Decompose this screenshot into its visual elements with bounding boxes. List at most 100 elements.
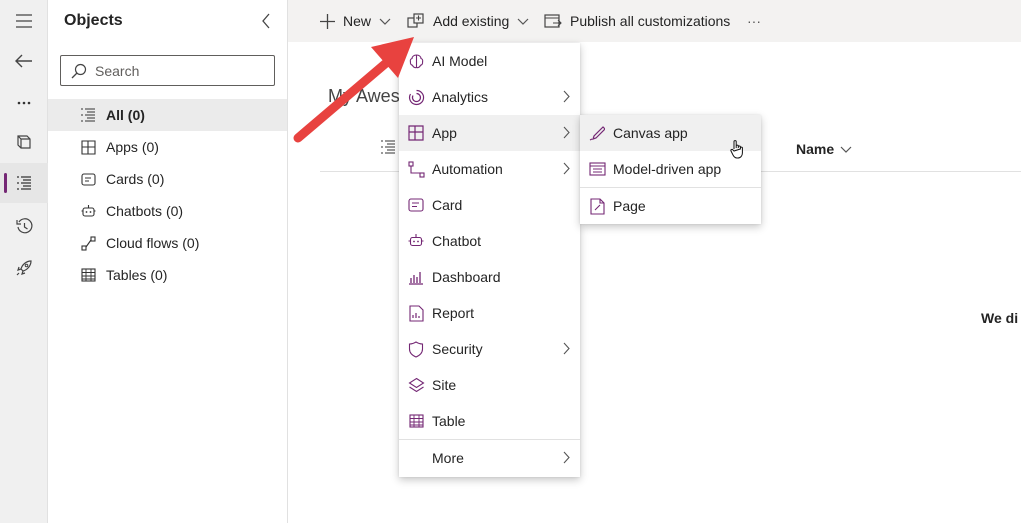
nav-item-cards[interactable]: Cards (0)	[48, 163, 287, 195]
menu-item-label: Automation	[432, 161, 503, 177]
submenu-item-label: Canvas app	[613, 125, 688, 141]
list-icon	[380, 140, 396, 157]
menu-item-report[interactable]: Report	[399, 295, 580, 331]
nav-item-apps[interactable]: Apps (0)	[48, 131, 287, 163]
rocket-icon[interactable]	[0, 248, 48, 288]
back-arrow-icon[interactable]	[0, 41, 48, 81]
add-existing-icon	[407, 13, 425, 29]
nav-item-tables[interactable]: Tables (0)	[48, 259, 287, 291]
history-icon[interactable]	[0, 206, 48, 246]
nav-item-all[interactable]: All (0)	[48, 99, 287, 131]
chevron-right-icon	[563, 342, 570, 355]
nav-item-label: All	[106, 107, 124, 123]
chevron-left-icon	[262, 13, 270, 29]
apps-icon	[80, 139, 96, 155]
menu-item-label: Report	[432, 305, 475, 321]
menu-item-label: More	[432, 450, 464, 466]
chevron-down-icon	[840, 146, 852, 153]
dashboard-icon	[407, 268, 425, 286]
nav-item-count: (0)	[127, 107, 145, 123]
menu-item-label: Site	[432, 377, 457, 393]
chevron-right-icon	[563, 126, 570, 139]
add-existing-button[interactable]: Add existing	[407, 0, 529, 42]
card-icon	[407, 196, 425, 214]
left-rail	[0, 0, 48, 523]
table-icon	[80, 267, 96, 283]
list-icon	[80, 107, 96, 123]
submenu-item-canvas-app[interactable]: Canvas app	[580, 115, 761, 151]
nav-item-cloud-flows[interactable]: Cloud flows (0)	[48, 227, 287, 259]
chevron-right-icon	[563, 451, 570, 464]
report-icon	[407, 304, 425, 322]
menu-item-ai-model[interactable]: AI Model	[399, 43, 580, 79]
page-title: My Awes	[328, 86, 400, 106]
flow-icon	[80, 235, 96, 251]
submenu-item-label: Page	[613, 198, 646, 214]
submenu-item-label: Model-driven app	[613, 161, 722, 177]
menu-item-label: Card	[432, 197, 463, 213]
canvas-app-icon	[588, 124, 606, 142]
app-icon	[407, 124, 425, 142]
menu-item-site[interactable]: Site	[399, 367, 580, 403]
nav-item-count: (0)	[141, 139, 159, 155]
nav-item-label: Cloud flows	[106, 235, 179, 251]
publish-label: Publish all customizations	[570, 13, 731, 29]
menu-item-chatbot[interactable]: Chatbot	[399, 223, 580, 259]
submenu-item-model-driven-app[interactable]: Model-driven app	[580, 151, 761, 187]
publish-all-button[interactable]: Publish all customizations	[544, 0, 730, 42]
command-bar: New Add existing Publish all customizati…	[288, 0, 1021, 42]
card-icon	[80, 171, 96, 187]
chevron-down-icon	[517, 18, 529, 25]
nav-item-count: (0)	[182, 235, 200, 251]
nav-item-label: Apps	[106, 139, 138, 155]
menu-item-analytics[interactable]: Analytics	[399, 79, 580, 115]
menu-item-automation[interactable]: Automation	[399, 151, 580, 187]
menu-item-label: Analytics	[432, 89, 489, 105]
menu-item-label: AI Model	[432, 53, 488, 69]
objects-list-icon[interactable]	[0, 163, 48, 203]
nav-item-label: Chatbots	[106, 203, 163, 219]
menu-item-more[interactable]: More	[399, 440, 580, 476]
publish-icon	[544, 13, 562, 29]
menu-item-dashboard[interactable]: Dashboard	[399, 259, 580, 295]
nav-item-count: (0)	[150, 267, 168, 283]
menu-item-app[interactable]: App	[399, 115, 580, 151]
book-icon[interactable]	[0, 122, 48, 162]
automation-icon	[407, 160, 425, 178]
app-submenu: Canvas app Model-driven app Page	[580, 115, 761, 224]
site-icon	[407, 376, 425, 394]
search-icon	[71, 63, 87, 78]
more-commands-label: ···	[747, 13, 761, 29]
chevron-right-icon	[563, 162, 570, 175]
more-icon[interactable]	[0, 83, 48, 123]
menu-item-label: Table	[432, 413, 466, 429]
more-commands-button[interactable]: ···	[747, 0, 761, 42]
hamburger-icon[interactable]	[0, 1, 48, 41]
add-existing-menu: AI Model Analytics App Automation Card C…	[399, 43, 580, 477]
column-header-name[interactable]: Name	[796, 141, 852, 157]
chevron-down-icon	[379, 18, 391, 25]
chevron-right-icon	[563, 90, 570, 103]
search-input[interactable]: Search	[60, 55, 275, 86]
menu-item-label: App	[432, 125, 457, 141]
collapse-panel-button[interactable]	[256, 10, 276, 32]
nav-item-count: (0)	[147, 171, 165, 187]
add-existing-label: Add existing	[433, 13, 510, 29]
table-icon	[407, 412, 425, 430]
menu-item-table[interactable]: Table	[399, 403, 580, 439]
model-driven-app-icon	[588, 160, 606, 178]
menu-item-label: Dashboard	[432, 269, 501, 285]
menu-item-label: Security	[432, 341, 483, 357]
column-name-label: Name	[796, 141, 835, 157]
nav-item-label: Cards	[106, 171, 144, 187]
submenu-item-page[interactable]: Page	[580, 188, 761, 224]
menu-item-card[interactable]: Card	[399, 187, 580, 223]
nav-item-count: (0)	[165, 203, 184, 219]
new-button[interactable]: New	[320, 0, 391, 42]
chatbot-icon	[80, 203, 96, 219]
ai-model-icon	[407, 52, 425, 70]
menu-item-security[interactable]: Security	[399, 331, 580, 367]
page-icon	[588, 197, 606, 215]
analytics-icon	[407, 88, 425, 106]
nav-item-chatbots[interactable]: Chatbots (0)	[48, 195, 287, 227]
